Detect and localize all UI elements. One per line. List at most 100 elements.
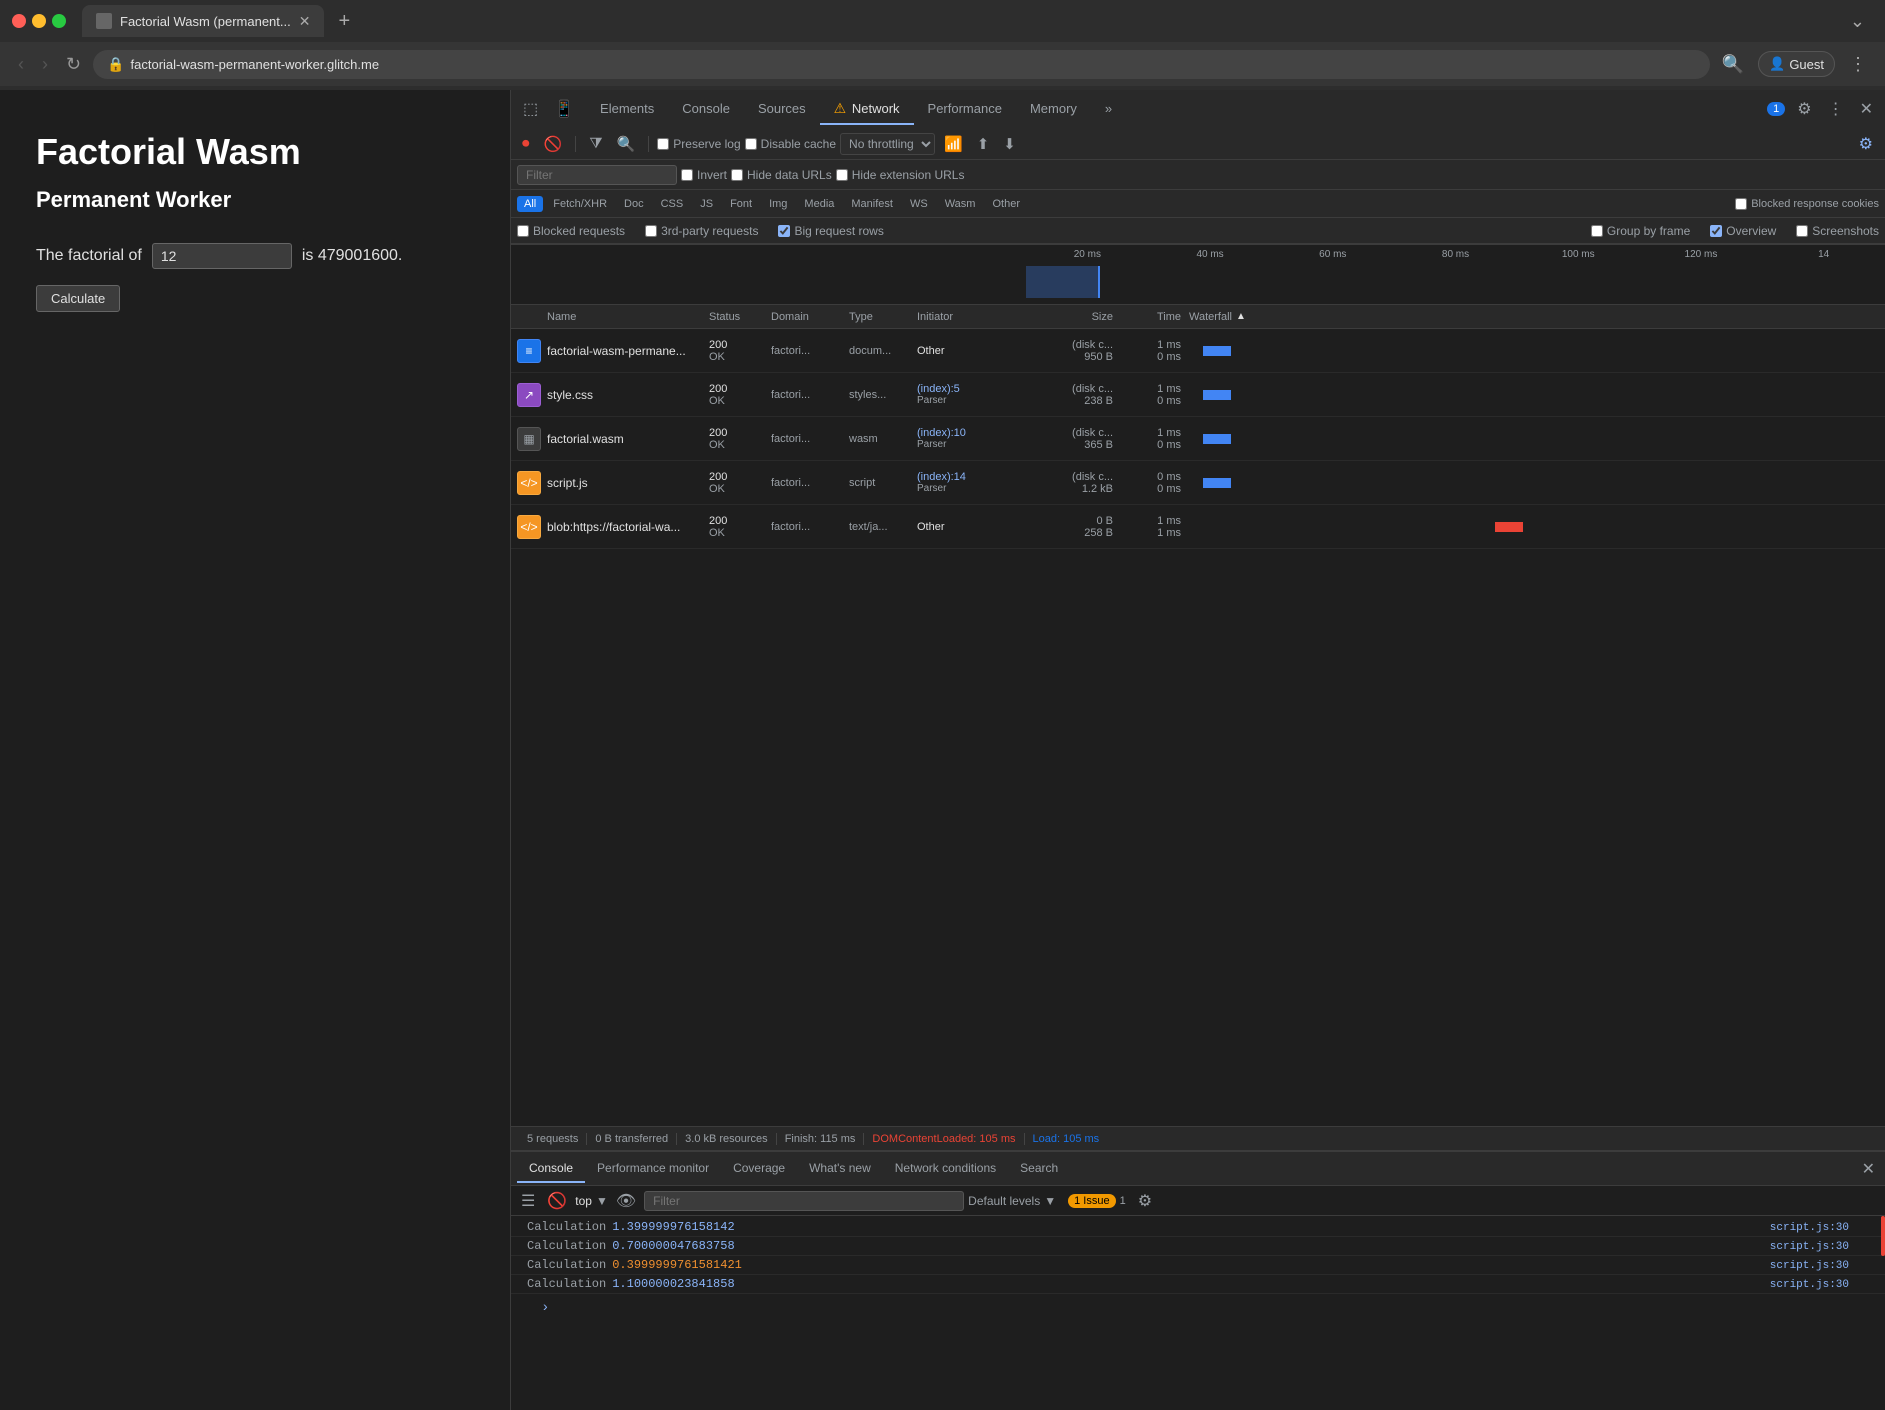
minimize-button[interactable]	[32, 14, 46, 28]
group-by-frame-checkbox[interactable]: Group by frame	[1591, 224, 1690, 238]
network-settings-icon[interactable]: ⚙	[1853, 130, 1879, 158]
th-initiator[interactable]: Initiator	[917, 311, 1037, 323]
record-button[interactable]: ⏺	[517, 132, 535, 155]
active-tab[interactable]: Factorial Wasm (permanent... ✕	[82, 5, 324, 37]
bt-tab-search[interactable]: Search	[1008, 1155, 1070, 1183]
new-tab-button[interactable]: +	[332, 10, 356, 33]
overview-checkbox[interactable]: Overview	[1710, 224, 1776, 238]
preserve-log-checkbox[interactable]: Preserve log	[657, 137, 740, 151]
tab-more[interactable]: »	[1091, 95, 1126, 124]
back-button[interactable]: ‹	[12, 50, 30, 79]
menu-button[interactable]: ⋮	[1843, 50, 1873, 79]
table-row[interactable]: </> script.js 200OK factori... script (i…	[511, 461, 1885, 505]
calculate-button[interactable]: Calculate	[36, 285, 120, 312]
console-sidebar-icon[interactable]: ☰	[517, 1187, 539, 1215]
th-status[interactable]: Status	[709, 311, 771, 323]
devtools-more-icon[interactable]: ⋮	[1822, 95, 1850, 123]
throttle-select[interactable]: No throttling	[840, 133, 935, 155]
close-button[interactable]	[12, 14, 26, 28]
type-filter-img[interactable]: Img	[762, 196, 794, 212]
log-value: 1.100000023841858	[612, 1277, 734, 1291]
th-size[interactable]: Size	[1037, 311, 1121, 323]
screenshots-checkbox[interactable]: Screenshots	[1796, 224, 1879, 238]
tab-close-button[interactable]: ✕	[299, 13, 311, 30]
log-source-link[interactable]: script.js:30	[1770, 1279, 1849, 1291]
th-waterfall[interactable]: Waterfall ▲	[1189, 311, 1885, 323]
devtools-close-icon[interactable]: ✕	[1854, 95, 1879, 123]
log-source-link[interactable]: script.js:30	[1770, 1260, 1849, 1272]
network-conditions-icon[interactable]: 📶	[939, 132, 968, 156]
console-eye-icon[interactable]: 👁	[612, 1187, 640, 1215]
tab-performance[interactable]: Performance	[914, 95, 1016, 124]
type-filter-wasm[interactable]: Wasm	[938, 196, 983, 212]
bt-tab-whats-new[interactable]: What's new	[797, 1155, 883, 1183]
log-source-link[interactable]: script.js:30	[1770, 1222, 1849, 1234]
type-filter-other[interactable]: Other	[985, 196, 1027, 212]
inspect-element-icon[interactable]: ⬚	[517, 95, 544, 123]
table-row[interactable]: ↗ style.css 200OK factori... styles... (…	[511, 373, 1885, 417]
factorial-input[interactable]	[152, 243, 292, 269]
reload-button[interactable]: ↻	[60, 50, 87, 79]
type-filter-manifest[interactable]: Manifest	[844, 196, 900, 212]
import-icon[interactable]: ⬆	[972, 132, 995, 156]
forward-button[interactable]: ›	[36, 50, 54, 79]
td-status: 200OK	[709, 471, 771, 495]
log-source-link[interactable]: script.js:30	[1770, 1241, 1849, 1253]
table-row[interactable]: ≡ factorial-wasm-permane... 200OK factor…	[511, 329, 1885, 373]
console-prompt-row[interactable]: ›	[511, 1294, 1885, 1320]
table-row[interactable]: ▦ factorial.wasm 200OK factori... wasm (…	[511, 417, 1885, 461]
th-type[interactable]: Type	[849, 311, 917, 323]
console-clear-icon[interactable]: 🚫	[543, 1187, 571, 1215]
type-filter-media[interactable]: Media	[797, 196, 841, 212]
tab-expand-button[interactable]: ⌄	[1842, 7, 1873, 36]
table-row[interactable]: </> blob:https://factorial-wa... 200OK f…	[511, 505, 1885, 549]
filter-input[interactable]	[517, 165, 677, 185]
hide-extension-urls-checkbox[interactable]: Hide extension URLs	[836, 168, 965, 182]
blocked-requests-checkbox[interactable]: Blocked requests	[517, 224, 625, 238]
bottom-close-icon[interactable]: ✕	[1858, 1155, 1879, 1183]
invert-checkbox[interactable]: Invert	[681, 168, 727, 182]
type-filter-all[interactable]: All	[517, 196, 543, 212]
devtools-settings-icon[interactable]: ⚙	[1791, 95, 1817, 123]
ruler-mark-3: 80 ms	[1394, 249, 1517, 260]
maximize-button[interactable]	[52, 14, 66, 28]
levels-select[interactable]: Default levels ▼	[968, 1194, 1056, 1208]
tab-elements[interactable]: Elements	[586, 95, 668, 124]
filter-icon[interactable]: ⧩	[584, 132, 607, 155]
guest-button[interactable]: 👤 Guest	[1758, 51, 1835, 77]
zoom-button[interactable]: 🔍	[1716, 50, 1750, 79]
big-request-rows-checkbox[interactable]: Big request rows	[778, 224, 883, 238]
tab-memory[interactable]: Memory	[1016, 95, 1091, 124]
type-filter-font[interactable]: Font	[723, 196, 759, 212]
context-selector[interactable]: top ▼	[575, 1194, 608, 1208]
export-icon[interactable]: ⬇	[998, 132, 1021, 156]
type-filter-css[interactable]: CSS	[654, 196, 691, 212]
bt-tab-coverage[interactable]: Coverage	[721, 1155, 797, 1183]
bt-tab-console[interactable]: Console	[517, 1155, 585, 1183]
type-filter-ws[interactable]: WS	[903, 196, 935, 212]
bt-tab-network-conditions[interactable]: Network conditions	[883, 1155, 1008, 1183]
tab-network[interactable]: ⚠ Network	[820, 94, 914, 125]
clear-button[interactable]: 🚫	[539, 132, 568, 156]
th-time[interactable]: Time	[1121, 311, 1189, 323]
issues-indicator[interactable]: 1 Issue 1	[1068, 1194, 1126, 1208]
device-toggle-icon[interactable]: 📱	[548, 95, 580, 123]
bt-tab-performance[interactable]: Performance monitor	[585, 1155, 721, 1183]
console-settings-icon[interactable]: ⚙	[1134, 1187, 1156, 1215]
tab-sources[interactable]: Sources	[744, 95, 820, 124]
type-filter-fetchxhr[interactable]: Fetch/XHR	[546, 196, 614, 212]
tab-console[interactable]: Console	[668, 95, 744, 124]
th-domain[interactable]: Domain	[771, 311, 849, 323]
issues-badge[interactable]: 1	[1767, 102, 1785, 116]
blocked-cookies-checkbox[interactable]: Blocked response cookies	[1735, 198, 1879, 210]
row-icon: ≡	[511, 339, 547, 363]
hide-data-urls-checkbox[interactable]: Hide data URLs	[731, 168, 832, 182]
search-icon[interactable]: 🔍	[612, 132, 641, 156]
third-party-requests-checkbox[interactable]: 3rd-party requests	[645, 224, 758, 238]
type-filter-doc[interactable]: Doc	[617, 196, 651, 212]
console-filter-input[interactable]	[644, 1191, 964, 1211]
address-bar[interactable]: 🔒 factorial-wasm-permanent-worker.glitch…	[93, 50, 1710, 79]
type-filter-js[interactable]: JS	[693, 196, 720, 212]
th-name[interactable]: Name	[511, 311, 709, 323]
disable-cache-checkbox[interactable]: Disable cache	[745, 137, 836, 151]
